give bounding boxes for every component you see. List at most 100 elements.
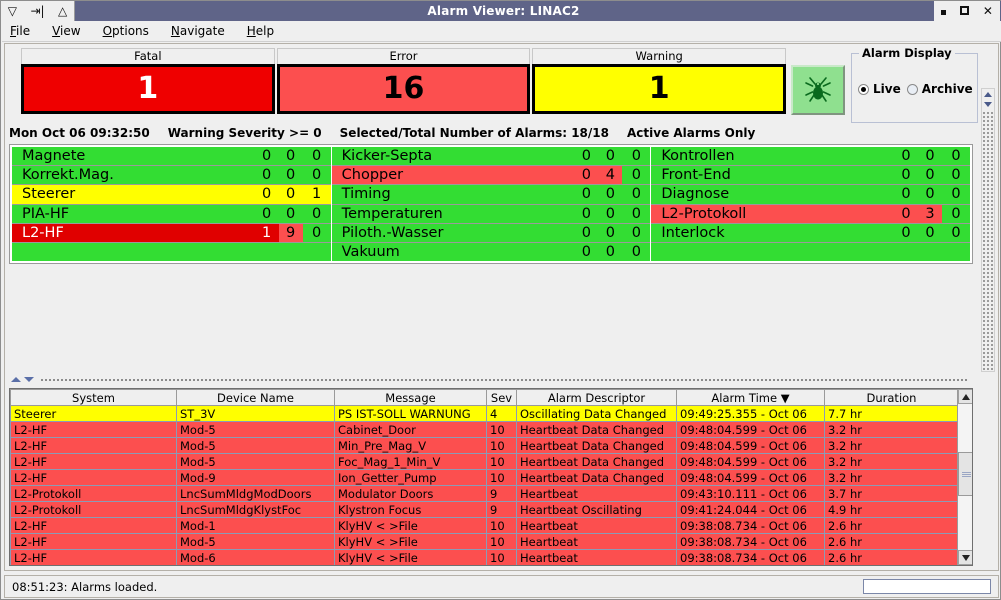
panel-scroll-track[interactable]	[982, 111, 994, 371]
summary-fatal-value[interactable]: 1	[21, 64, 275, 114]
cell-sev: 10	[486, 549, 517, 565]
table-row[interactable]: L2-HF Mod-1 KlyHV < >File 10 Heartbeat 09:38:…	[10, 517, 959, 534]
splitter-up-icon[interactable]	[11, 377, 21, 382]
group-name: Temperaturen	[331, 204, 575, 223]
column-header-alarm-descriptor[interactable]: Alarm Descriptor	[516, 389, 677, 406]
splitter-down-icon[interactable]	[24, 377, 34, 382]
group-name: Chopper	[331, 166, 575, 185]
close-icon[interactable]: ✕	[983, 5, 993, 17]
table-row[interactable]: L2-HF Mod-5 KlyHV < >File 10 Heartbeat 09:38:…	[10, 533, 959, 550]
group-name: Korrekt.Mag.	[12, 166, 255, 185]
column-header-message[interactable]: Message	[334, 389, 487, 406]
column-header-sev[interactable]: Sev	[486, 389, 517, 406]
table-row[interactable]: L2-HF Mod-5 Foc_Mag_1_Min_V 10 Heartbeat Dat…	[10, 453, 959, 470]
group-row[interactable]: Steerer 0 0 1	[12, 185, 331, 205]
minimize-icon[interactable]	[940, 5, 946, 17]
splitter-grip[interactable]	[40, 378, 969, 381]
menu-help[interactable]: Help	[247, 24, 274, 38]
scroll-thumb[interactable]	[958, 452, 972, 496]
table-row[interactable]: L2-Protokoll LncSumMldgKlystFoc Klystron F…	[10, 501, 959, 518]
panel-scroll-up-icon[interactable]	[982, 89, 994, 99]
table-row[interactable]: Steerer ST_3V PS IST-SOLL WARNUNG 4 Oscillat…	[10, 405, 959, 422]
group-row[interactable]: Kicker-Septa 0 0 0	[331, 147, 651, 167]
summary-warning-value[interactable]: 1	[532, 64, 787, 114]
menu-options[interactable]: Options	[103, 24, 149, 38]
window-controls[interactable]: ✕	[934, 1, 1000, 21]
cell-alarm-time: 09:41:24.044 - Oct 06	[676, 501, 825, 518]
group-count-fatal: 0	[574, 223, 599, 242]
radio-archive-dot[interactable]	[906, 83, 918, 95]
group-row[interactable]: Diagnose 0 0 0	[651, 185, 971, 205]
menu-navigate[interactable]: Navigate	[171, 24, 225, 38]
scroll-up-button[interactable]	[958, 389, 972, 404]
cell-sev: 10	[486, 453, 517, 470]
sort-descending-icon: ▼	[780, 390, 790, 405]
cell-alarm-time: 09:38:08.734 - Oct 06	[676, 533, 825, 550]
split-pane-divider[interactable]	[7, 374, 973, 385]
panel-scroll-down-icon[interactable]	[982, 99, 994, 109]
radio-live-dot[interactable]	[858, 83, 869, 95]
column-header-system[interactable]: System	[10, 389, 177, 406]
table-row[interactable]: L2-HF Mod-5 Cabinet_Door 10 Heartbeat Data C…	[10, 421, 959, 438]
window-decoration-buttons[interactable]: ▽ ⇥| △	[1, 1, 75, 21]
table-row[interactable]: L2-HF Mod-9 Ion_Getter_Pump 10 Heartbeat Dat…	[10, 469, 959, 486]
panel-vertical-scrollbar[interactable]	[981, 88, 995, 372]
summary-error[interactable]: Error 16	[276, 48, 531, 121]
group-row[interactable]: L2-Protokoll 0 3 0	[651, 204, 971, 224]
scroll-track[interactable]	[958, 404, 972, 550]
group-name: Timing	[331, 185, 575, 204]
alarm-display-legend: Alarm Display	[859, 46, 955, 60]
maximize-icon[interactable]	[959, 5, 969, 17]
status-line: Mon Oct 06 09:32:50 Warning Severity >= …	[9, 124, 973, 142]
group-count-warning	[942, 242, 971, 262]
table-row[interactable]: L2-HF Mod-6 KlyHV < >File 10 Heartbeat 09:38:…	[10, 549, 959, 565]
group-row[interactable]: Piloth.-Wasser 0 0 0	[331, 223, 651, 243]
group-count-error: 0	[598, 147, 623, 166]
cell-alarm-descriptor: Heartbeat Data Changed	[516, 453, 677, 470]
menu-file[interactable]: File	[10, 24, 30, 38]
group-name: L2-HF	[12, 223, 255, 242]
summary-warning[interactable]: Warning 1	[532, 48, 787, 121]
group-count-warning: 0	[622, 223, 651, 242]
window-menu-icon[interactable]: ▽	[8, 5, 17, 17]
cell-duration: 3.2 hr	[824, 437, 959, 454]
cell-alarm-time: 09:49:25.355 - Oct 06	[676, 405, 825, 422]
cell-duration: 2.6 hr	[824, 533, 959, 550]
severity-summary: Fatal 1 Error 16 Warning 1 Alarm Display…	[9, 46, 978, 123]
group-row[interactable]: Timing 0 0 0	[331, 185, 651, 205]
column-header-device-name[interactable]: Device Name	[176, 389, 335, 406]
group-row[interactable]: Korrekt.Mag. 0 0 0	[12, 166, 331, 186]
system-group-grid: Magnete 0 0 0 Korrekt.Mag. 0 0 0 Steerer 0 0 1 PIA-H…	[9, 144, 973, 264]
spider-icon[interactable]	[791, 65, 845, 115]
group-name: Front-End	[651, 166, 895, 185]
cell-sev	[487, 566, 517, 567]
table-row[interactable]: L2-Protokoll LncSumMldgModDoors Modulator …	[10, 485, 959, 502]
summary-fatal[interactable]: Fatal 1	[21, 48, 275, 121]
cell-alarm-descriptor: Oscillating Data Changed	[516, 405, 677, 422]
table-row[interactable]: L2-HF Mod-5 Min_Pre_Mag_V 10 Heartbeat Data …	[10, 437, 959, 454]
group-count-fatal: 0	[574, 147, 599, 166]
group-row[interactable]: Front-End 0 0 0	[651, 166, 971, 186]
iconify-icon[interactable]: ⇥|	[30, 5, 44, 17]
status-bar-input[interactable]	[863, 579, 991, 594]
radio-archive[interactable]: Archive	[906, 82, 973, 96]
radio-live[interactable]: Live	[858, 82, 901, 96]
group-row[interactable]: Interlock 0 0 0	[651, 223, 971, 243]
table-vertical-scrollbar[interactable]	[957, 389, 972, 565]
menu-view[interactable]: View	[52, 24, 80, 38]
column-header-alarm-time[interactable]: Alarm Time ▼	[676, 389, 825, 406]
cell-alarm-descriptor: Heartbeat	[516, 517, 677, 534]
group-row[interactable]: L2-HF 1 9 0	[12, 223, 331, 243]
table-row[interactable]	[11, 566, 959, 567]
group-row[interactable]: Vakuum 0 0 0	[331, 242, 651, 262]
shade-icon[interactable]: △	[58, 5, 67, 17]
group-row[interactable]: Kontrollen 0 0 0	[651, 147, 971, 167]
group-row[interactable]: Magnete 0 0 0	[12, 147, 331, 167]
group-row[interactable]: Temperaturen 0 0 0	[331, 204, 651, 224]
group-row[interactable]: Chopper 0 4 0	[331, 166, 651, 186]
summary-error-value[interactable]: 16	[276, 64, 531, 114]
scroll-down-button[interactable]	[958, 550, 972, 565]
column-header-duration[interactable]: Duration	[824, 389, 959, 406]
group-row[interactable]: PIA-HF 0 0 0	[12, 204, 331, 224]
group-count-fatal: 0	[254, 147, 279, 166]
